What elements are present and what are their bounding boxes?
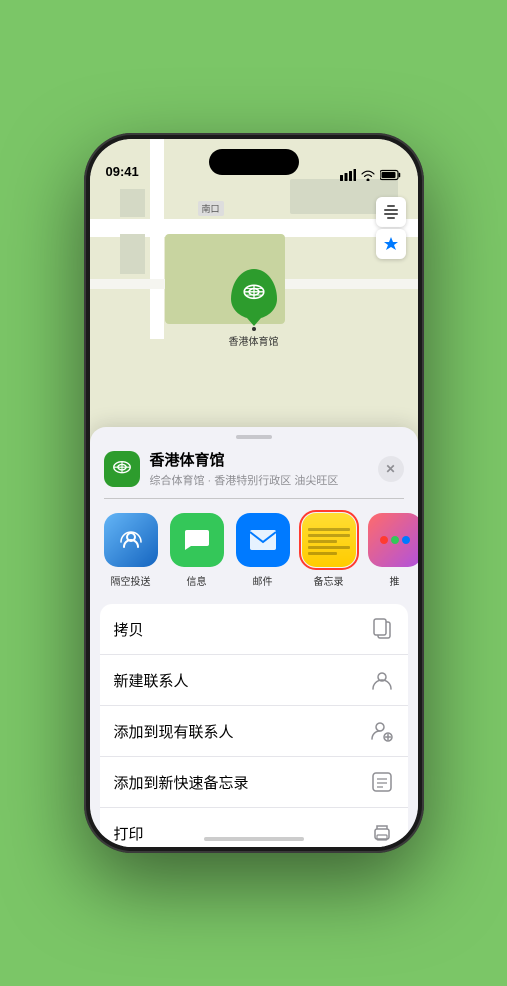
action-add-existing[interactable]: 添加到现有联系人: [100, 705, 408, 756]
marker-label: 香港体育馆: [229, 333, 279, 348]
marker-dot: [252, 327, 256, 331]
location-subtitle: 综合体育馆 · 香港特别行政区 油尖旺区: [150, 472, 368, 488]
bottom-sheet: 香港体育馆 综合体育馆 · 香港特别行政区 油尖旺区 ✕: [90, 427, 418, 847]
notes-line-2: [308, 534, 350, 537]
action-print[interactable]: 打印: [100, 807, 408, 847]
mail-icon-wrap: [236, 513, 290, 567]
map-layers-button[interactable]: [376, 197, 406, 227]
location-name: 香港体育馆: [150, 449, 368, 470]
location-info: 香港体育馆 综合体育馆 · 香港特别行政区 油尖旺区: [150, 449, 368, 488]
action-copy[interactable]: 拷贝: [100, 604, 408, 654]
add-existing-icon: [370, 719, 394, 743]
airdrop-icon-wrap: [104, 513, 158, 567]
action-new-contact[interactable]: 新建联系人: [100, 654, 408, 705]
dot-blue: [402, 536, 410, 544]
messages-label: 信息: [187, 573, 207, 588]
location-button[interactable]: [376, 229, 406, 259]
print-icon: [370, 821, 394, 845]
new-contact-icon: [370, 668, 394, 692]
add-note-icon: [370, 770, 394, 794]
dot-red: [380, 536, 388, 544]
new-contact-label: 新建联系人: [114, 670, 189, 691]
mail-icon: [248, 526, 278, 554]
share-item-more[interactable]: 推: [368, 513, 418, 588]
share-item-airdrop[interactable]: 隔空投送: [104, 513, 158, 588]
location-venue-icon: [104, 451, 140, 487]
action-add-note[interactable]: 添加到新快速备忘录: [100, 756, 408, 807]
copy-label: 拷贝: [114, 619, 144, 640]
notes-line-1: [308, 528, 350, 531]
more-label: 推: [390, 573, 400, 588]
map-label-nankou: 南口: [198, 201, 224, 216]
mail-label: 邮件: [253, 573, 273, 588]
airdrop-icon: [116, 525, 146, 555]
stadium-icon: [241, 281, 267, 307]
dynamic-island: [209, 149, 299, 175]
battery-icon: [380, 169, 402, 181]
share-row: 隔空投送 信息: [90, 499, 418, 598]
add-existing-label: 添加到现有联系人: [114, 721, 234, 742]
map-marker: 香港体育馆: [229, 269, 279, 348]
copy-icon: [370, 617, 394, 641]
notes-lines: [302, 520, 356, 561]
notes-line-4: [308, 546, 350, 549]
signal-icon: [340, 169, 356, 181]
marker-pin: [231, 269, 277, 319]
map-controls: [376, 197, 406, 259]
notes-icon-wrap: [302, 513, 356, 567]
notes-line-5: [308, 552, 337, 555]
more-dots: [380, 536, 410, 544]
action-list: 拷贝 新建联系人: [100, 604, 408, 847]
location-header: 香港体育馆 综合体育馆 · 香港特别行政区 油尖旺区 ✕: [90, 439, 418, 498]
venue-icon: [111, 458, 133, 480]
notes-label: 备忘录: [314, 573, 344, 588]
airdrop-label: 隔空投送: [111, 573, 151, 588]
status-icons: [340, 169, 402, 181]
share-item-messages[interactable]: 信息: [170, 513, 224, 588]
more-icon-wrap: [368, 513, 418, 567]
status-time: 09:41: [106, 164, 139, 181]
share-item-notes[interactable]: 备忘录: [302, 513, 356, 588]
add-note-label: 添加到新快速备忘录: [114, 772, 249, 793]
messages-icon-wrap: [170, 513, 224, 567]
close-button[interactable]: ✕: [378, 456, 404, 482]
phone-frame: 09:41: [84, 133, 424, 853]
wifi-icon: [360, 169, 376, 181]
home-indicator: [204, 837, 304, 841]
phone-screen: 09:41: [90, 139, 418, 847]
share-item-mail[interactable]: 邮件: [236, 513, 290, 588]
notes-line-3: [308, 540, 337, 543]
dot-green: [391, 536, 399, 544]
print-label: 打印: [114, 823, 144, 844]
messages-icon: [182, 525, 212, 555]
